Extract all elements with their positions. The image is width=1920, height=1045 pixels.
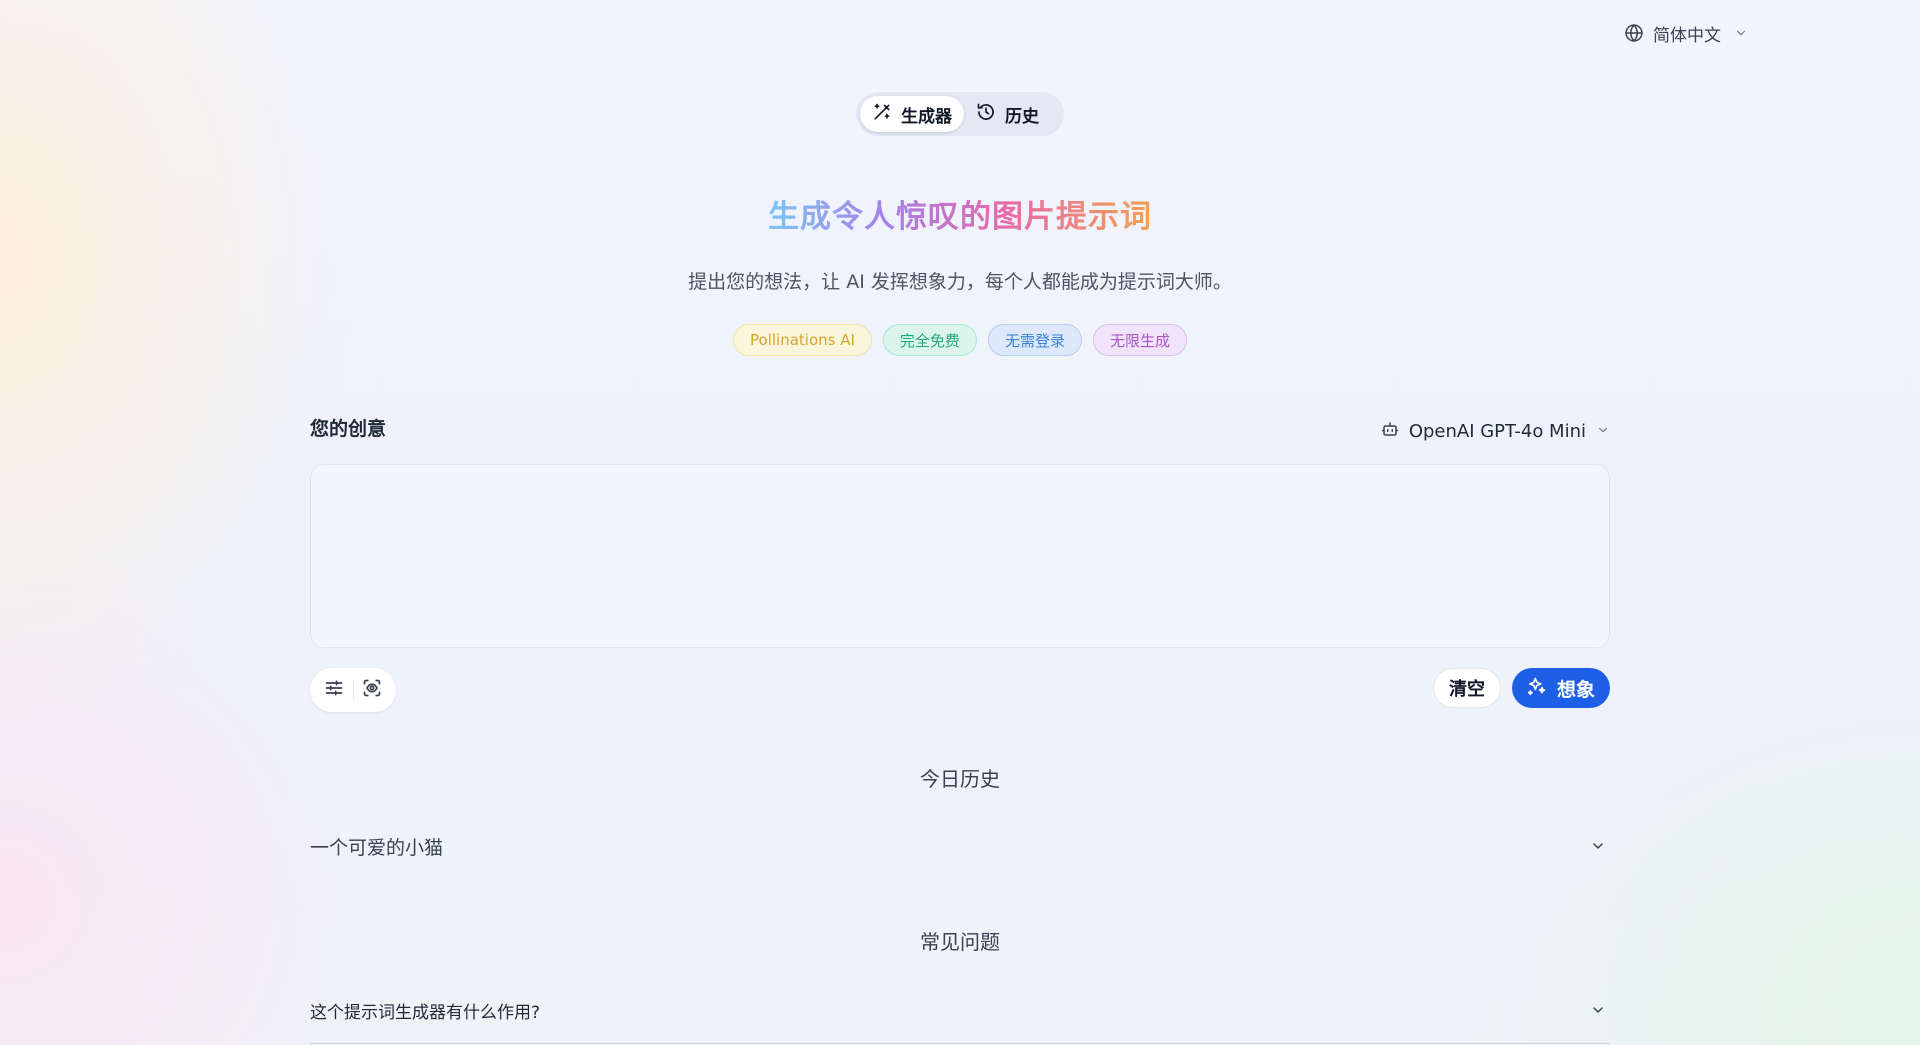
language-label: 简体中文 xyxy=(1653,25,1721,46)
history-item-label: 一个可爱的小猫 xyxy=(310,836,444,859)
sparkles-icon xyxy=(1527,676,1547,701)
feature-badges: Pollinations AI 完全免费 无需登录 无限生成 xyxy=(0,324,1920,356)
tab-history[interactable]: 历史 xyxy=(964,96,1051,132)
history-item[interactable]: 一个可爱的小猫 xyxy=(310,830,1610,862)
view-tabs: 生成器 历史 xyxy=(856,92,1064,136)
prompt-tools xyxy=(310,668,396,712)
clear-button[interactable]: 清空 xyxy=(1433,668,1501,708)
tab-history-label: 历史 xyxy=(1005,106,1039,127)
imagine-button[interactable]: 想象 xyxy=(1512,668,1610,708)
badge-unlimited: 无限生成 xyxy=(1092,324,1187,356)
chevron-down-icon xyxy=(1734,26,1748,40)
language-switcher[interactable]: 简体中文 xyxy=(1624,19,1748,47)
sliders-icon xyxy=(324,678,344,702)
model-select[interactable]: OpenAI GPT-4o Mini xyxy=(1380,418,1610,444)
chevron-down-icon xyxy=(1586,834,1610,858)
magic-wand-icon xyxy=(872,102,892,127)
page-title: 生成令人惊叹的图片提示词 xyxy=(768,199,1152,235)
history-icon xyxy=(976,102,996,127)
scan-eye-icon xyxy=(362,678,382,702)
chevron-down-icon xyxy=(1586,998,1610,1022)
badge-no-login: 无需登录 xyxy=(987,324,1082,356)
tool-divider xyxy=(352,680,354,700)
badge-pollinations: Pollinations AI xyxy=(733,324,872,356)
badge-free: 完全免费 xyxy=(882,324,977,356)
faq-divider xyxy=(310,1043,1610,1044)
creative-label: 您的创意 xyxy=(310,418,387,440)
faq-item[interactable]: 这个提示词生成器有什么作用? xyxy=(310,996,1610,1024)
robot-icon xyxy=(1381,420,1399,443)
tab-generator-label: 生成器 xyxy=(901,106,952,127)
chevron-down-icon xyxy=(1596,421,1610,442)
faq-heading: 常见问题 xyxy=(920,930,1000,954)
page-subtitle: 提出您的想法，让 AI 发挥想象力，每个人都能成为提示词大师。 xyxy=(688,271,1232,293)
model-select-label: OpenAI GPT-4o Mini xyxy=(1408,420,1586,442)
image-scan-button[interactable] xyxy=(358,676,386,704)
tab-generator[interactable]: 生成器 xyxy=(860,96,964,132)
globe-icon xyxy=(1624,23,1644,43)
history-heading: 今日历史 xyxy=(920,767,1000,791)
settings-button[interactable] xyxy=(320,676,348,704)
prompt-input[interactable] xyxy=(310,464,1610,648)
faq-item-label: 这个提示词生成器有什么作用? xyxy=(310,1002,541,1023)
imagine-button-label: 想象 xyxy=(1556,678,1595,701)
